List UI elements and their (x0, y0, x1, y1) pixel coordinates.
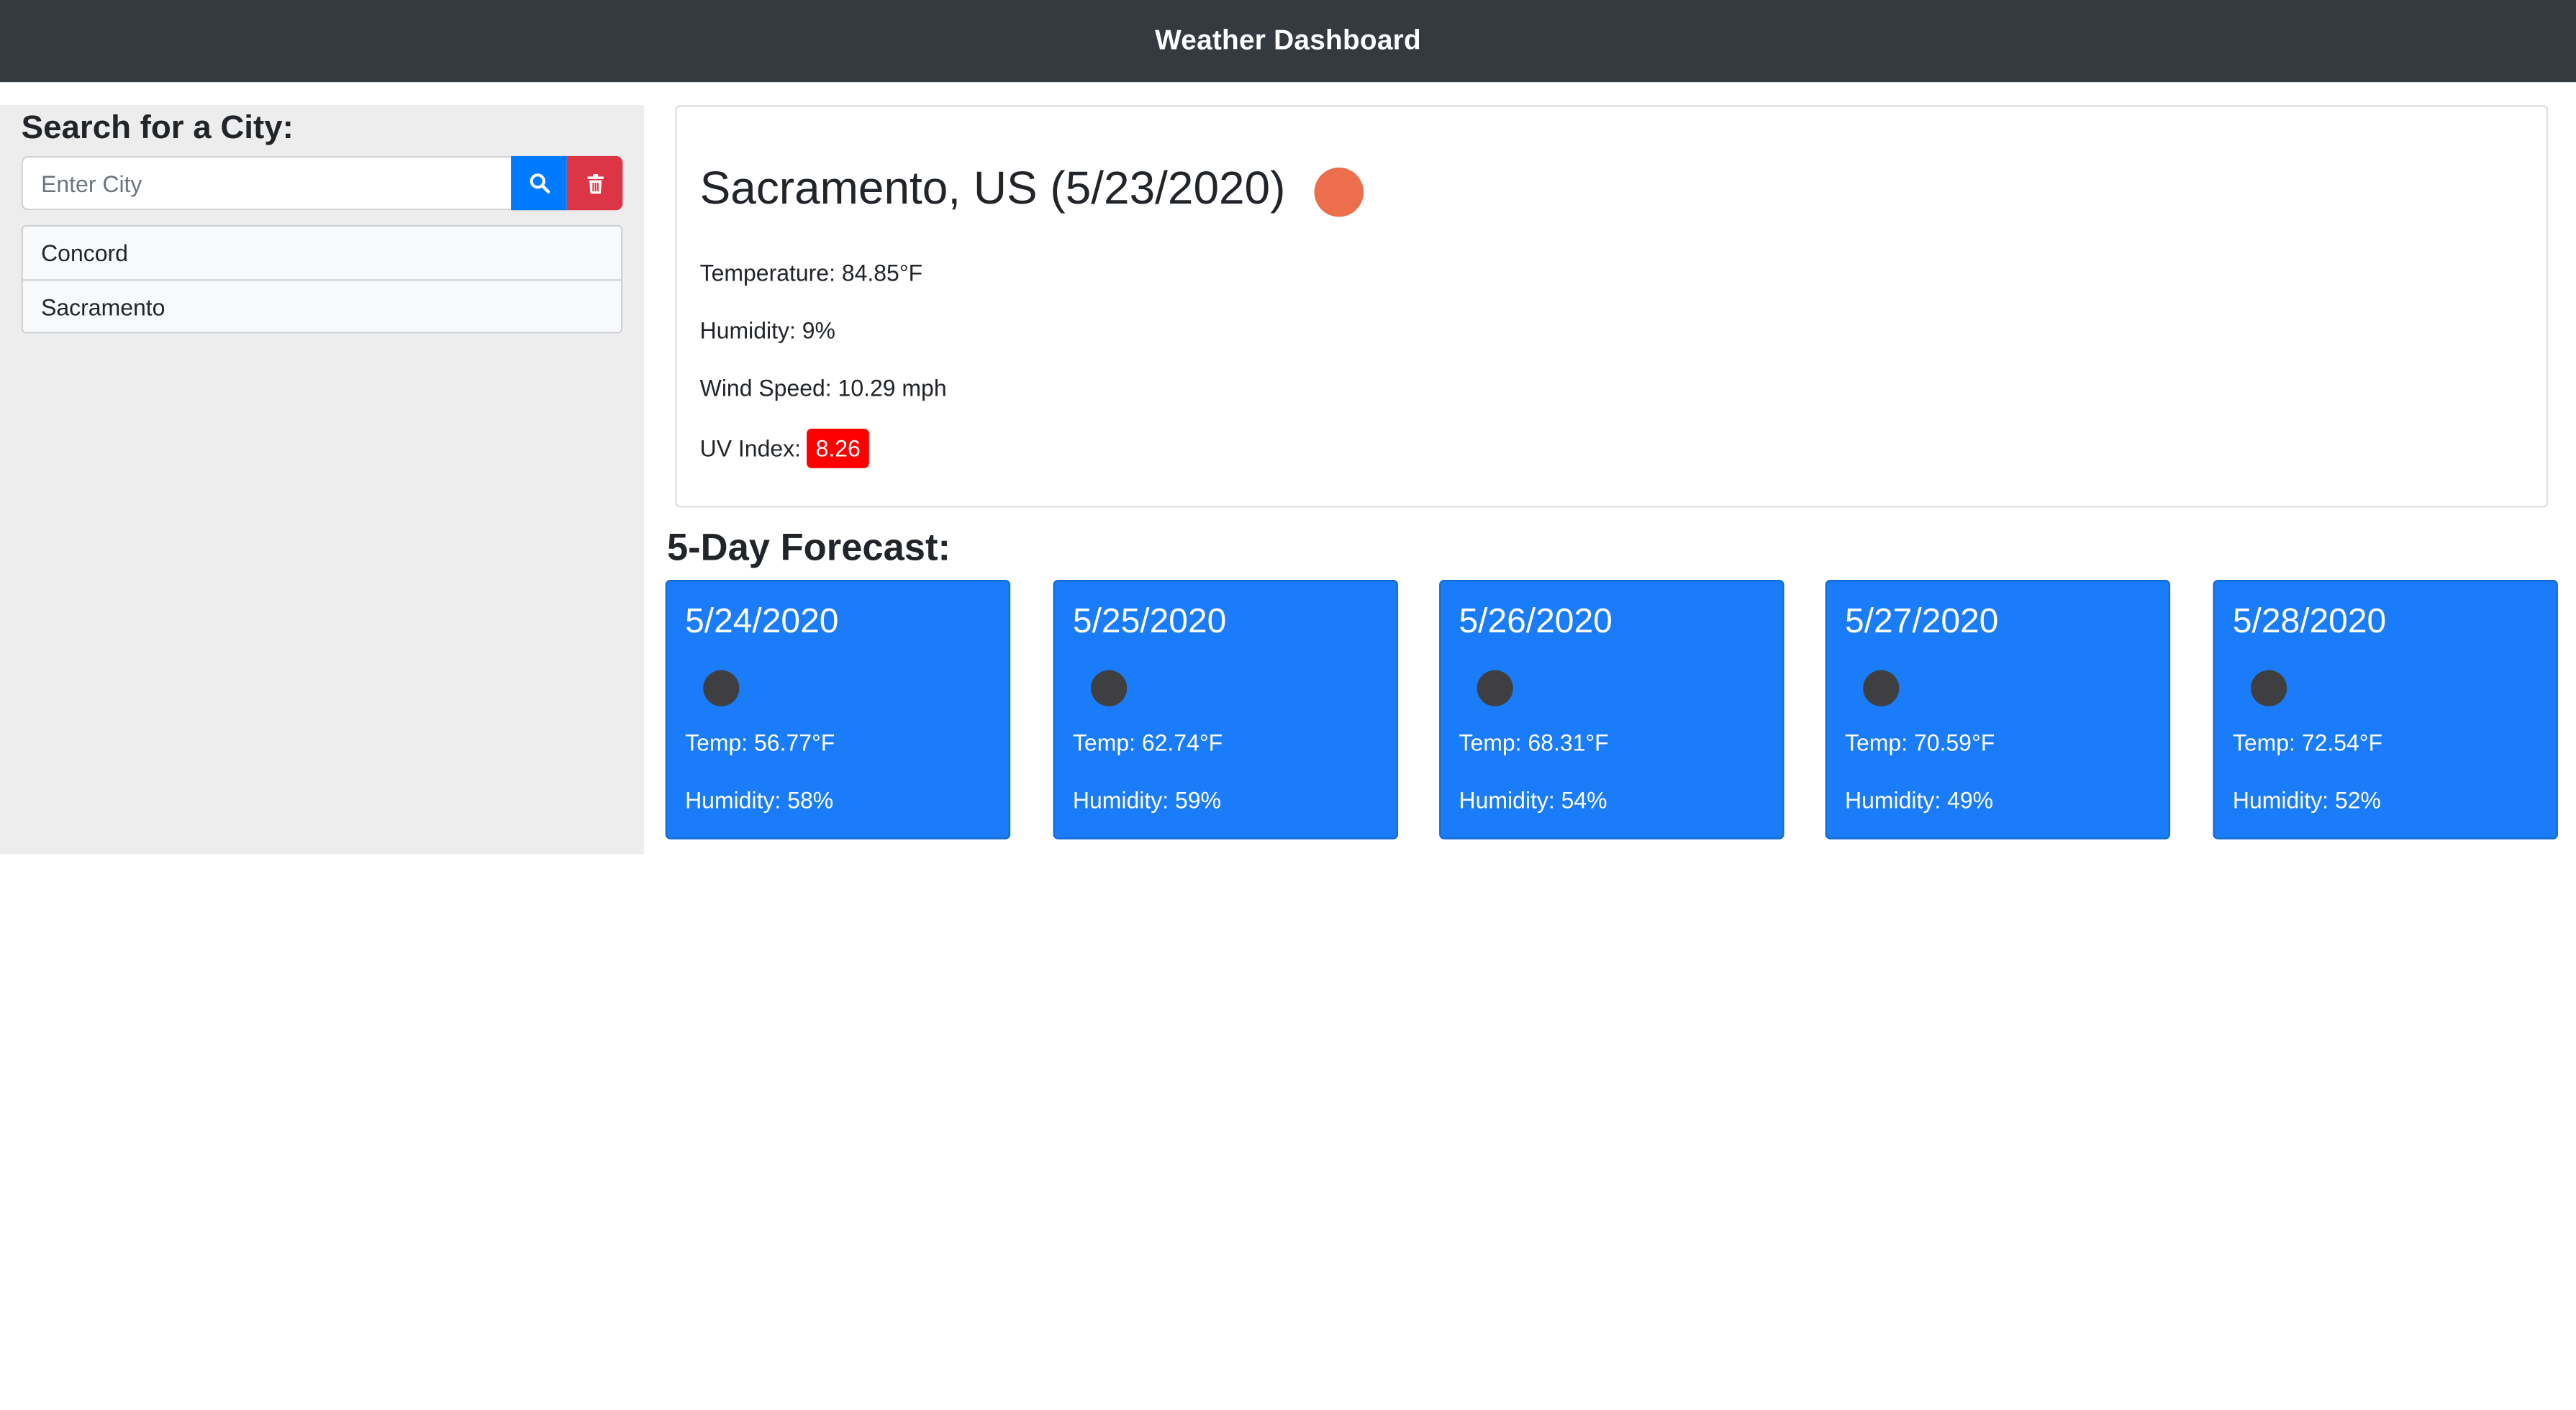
current-uv-index: UV Index: 8.26 (699, 428, 869, 468)
current-weather-card: Sacramento, US (5/23/2020) Temperature: … (675, 105, 2549, 508)
app-title: Weather Dashboard (1155, 24, 1421, 56)
sun-icon (1315, 167, 1365, 217)
forecast-card: 5/28/2020 Temp: 72.54°F Humidity: 52% (2213, 579, 2558, 840)
search-icon (529, 173, 550, 194)
forecast-date: 5/27/2020 (1845, 602, 1999, 641)
weather-icon (1091, 670, 1128, 706)
forecast-temp: Temp: 72.54°F (2232, 729, 2383, 756)
forecast-date: 5/26/2020 (1459, 602, 1613, 641)
weather-icon (703, 670, 740, 706)
forecast-humidity: Humidity: 54% (1459, 786, 1607, 814)
forecast-card: 5/26/2020 Temp: 68.31°F Humidity: 54% (1439, 579, 1784, 840)
uv-index-badge: 8.26 (807, 428, 869, 468)
sidebar: Search for a City: Enter City Concord Sa… (0, 105, 645, 855)
forecast-card: 5/24/2020 Temp: 56.77°F Humidity: 58% (665, 579, 1011, 840)
forecast-humidity: Humidity: 49% (1845, 786, 1994, 814)
weather-icon (1863, 670, 1900, 706)
search-button[interactable] (511, 155, 567, 211)
forecast-humidity: Humidity: 52% (2232, 786, 2381, 814)
forecast-humidity: Humidity: 59% (1072, 786, 1222, 814)
current-humidity: Humidity: 9% (699, 317, 835, 344)
forecast-card: 5/27/2020 Temp: 70.59°F Humidity: 49% (1825, 579, 2171, 840)
city-search-input[interactable] (21, 155, 512, 211)
uv-index-label: UV Index: (699, 435, 802, 462)
city-history-item-sacramento[interactable]: Sacramento (22, 279, 622, 332)
forecast-humidity: Humidity: 58% (685, 786, 834, 814)
clear-history-button[interactable] (566, 155, 623, 211)
forecast-card: 5/25/2020 Temp: 62.74°F Humidity: 59% (1053, 579, 1399, 840)
current-temperature: Temperature: 84.85°F (699, 259, 923, 286)
search-group (21, 155, 623, 211)
forecast-date: 5/28/2020 (2232, 602, 2387, 641)
forecast-heading: 5-Day Forecast: (666, 525, 951, 568)
forecast-date: 5/24/2020 (685, 602, 839, 641)
city-history-item-concord[interactable]: Concord (23, 227, 621, 279)
forecast-temp: Temp: 68.31°F (1459, 729, 1609, 756)
forecast-temp: Temp: 56.77°F (685, 729, 835, 756)
weather-icon (2250, 670, 2287, 706)
current-weather-heading: Sacramento, US (5/23/2020) (699, 159, 1365, 218)
forecast-date: 5/25/2020 (1072, 602, 1227, 641)
trash-icon (586, 173, 603, 194)
forecast-temp: Temp: 62.74°F (1072, 729, 1223, 756)
forecast-temp: Temp: 70.59°F (1845, 729, 1995, 756)
app-stage: Weather Dashboard Search for a City: Ent… (0, 0, 2576, 1409)
navbar: Weather Dashboard (0, 0, 2576, 83)
search-heading: Search for a City: (21, 109, 294, 147)
current-wind-speed: Wind Speed: 10.29 mph (699, 374, 947, 401)
current-city-title: Sacramento, US (5/23/2020) (699, 163, 1286, 214)
city-history-list: Concord Sacramento (21, 224, 623, 334)
weather-icon (1477, 670, 1513, 706)
